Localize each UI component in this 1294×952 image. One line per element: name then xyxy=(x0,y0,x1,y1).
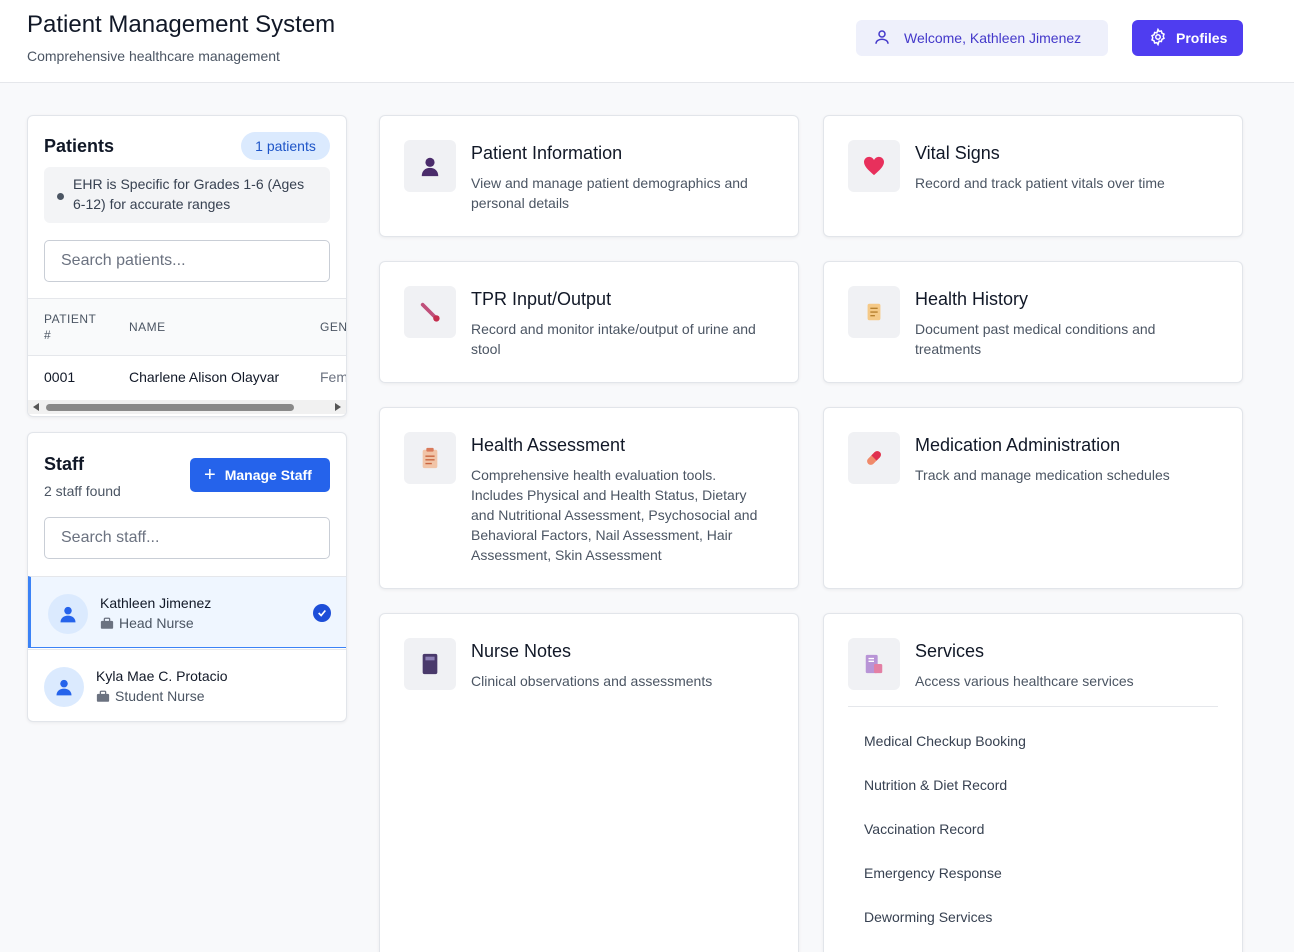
service-item-medical-checkup[interactable]: Medical Checkup Booking xyxy=(864,733,1026,749)
ehr-note: EHR is Specific for Grades 1-6 (Ages 6-1… xyxy=(44,167,330,223)
staff-panel: Staff 2 staff found + Manage Staff Kathl… xyxy=(27,432,347,722)
card-title: Health History xyxy=(915,289,1029,309)
profiles-label: Profiles xyxy=(1176,30,1228,46)
staff-name: Kathleen Jimenez xyxy=(100,595,212,611)
scroll-right-arrow-icon[interactable] xyxy=(335,403,341,411)
service-item-deworming[interactable]: Deworming Services xyxy=(864,909,992,925)
card-description: Access various healthcare services xyxy=(915,673,1134,689)
card-description: Record and track patient vitals over tim… xyxy=(915,175,1165,191)
manage-staff-button[interactable]: + Manage Staff xyxy=(190,458,330,492)
patients-table-header: PATIENT # NAME GEN xyxy=(28,298,346,356)
column-header-gender[interactable]: GEN xyxy=(320,319,346,335)
briefcase-icon xyxy=(100,617,114,629)
card-description: View and manage patient demographics and… xyxy=(471,175,748,211)
page-title: Patient Management System xyxy=(27,11,336,38)
welcome-text: Welcome, Kathleen Jimenez xyxy=(904,30,1082,46)
user-icon xyxy=(873,28,904,49)
manage-staff-label: Manage Staff xyxy=(224,467,312,483)
person-silhouette-icon xyxy=(404,140,456,192)
card-title: Medication Administration xyxy=(915,435,1121,455)
health-assessment-card[interactable]: Health Assessment Comprehensive health e… xyxy=(379,407,799,589)
app-header: Patient Management System Comprehensive … xyxy=(0,0,1294,83)
heart-icon xyxy=(848,140,900,192)
staff-search-input[interactable] xyxy=(44,517,330,559)
card-description: Record and monitor intake/output of urin… xyxy=(471,321,756,357)
card-description: Comprehensive health evaluation tools. I… xyxy=(471,467,758,563)
pill-icon xyxy=(848,432,900,484)
card-title: TPR Input/Output xyxy=(471,289,612,309)
services-divider xyxy=(848,706,1218,707)
patient-search-input[interactable] xyxy=(44,240,330,282)
scroll-icon xyxy=(848,286,900,338)
ehr-note-text: EHR is Specific for Grades 1-6 (Ages 6-1… xyxy=(73,176,305,212)
health-history-card[interactable]: Health History Document past medical con… xyxy=(823,261,1243,383)
clipboard-icon xyxy=(404,432,456,484)
patient-name-cell: Charlene Alison Olayvar xyxy=(129,369,280,385)
staff-role: Head Nurse xyxy=(100,615,194,631)
plus-icon: + xyxy=(204,464,216,486)
staff-role: Student Nurse xyxy=(96,688,205,704)
notebook-icon xyxy=(404,638,456,690)
card-description: Document past medical conditions and tre… xyxy=(915,321,1156,357)
scrollbar-thumb[interactable] xyxy=(46,404,294,411)
thermometer-icon xyxy=(404,286,456,338)
scroll-left-arrow-icon[interactable] xyxy=(33,403,39,411)
staff-item[interactable]: Kyla Mae C. Protacio Student Nurse xyxy=(28,649,346,721)
staff-name: Kyla Mae C. Protacio xyxy=(96,668,228,684)
profiles-button[interactable]: Profiles xyxy=(1132,20,1243,56)
staff-title: Staff xyxy=(44,454,84,474)
patients-title: Patients xyxy=(44,136,115,156)
patient-gender-cell: Fem xyxy=(320,369,347,385)
info-icon xyxy=(57,193,64,200)
service-item-emergency[interactable]: Emergency Response xyxy=(864,865,1002,881)
card-title: Nurse Notes xyxy=(471,641,572,661)
horizontal-scrollbar[interactable] xyxy=(28,400,346,414)
card-title: Vital Signs xyxy=(915,143,1000,163)
card-title: Patient Information xyxy=(471,143,623,163)
avatar xyxy=(44,667,84,707)
column-header-name[interactable]: NAME xyxy=(129,319,166,335)
column-header-patient-number[interactable]: PATIENT # xyxy=(44,311,104,343)
vital-signs-card[interactable]: Vital Signs Record and track patient vit… xyxy=(823,115,1243,237)
patients-panel: Patients 1 patients EHR is Specific for … xyxy=(27,115,347,417)
card-title: Health Assessment xyxy=(471,435,626,455)
service-item-vaccination[interactable]: Vaccination Record xyxy=(864,821,984,837)
tpr-card[interactable]: TPR Input/Output Record and monitor inta… xyxy=(379,261,799,383)
services-card[interactable]: Services Access various healthcare servi… xyxy=(823,613,1243,952)
card-description: Track and manage medication schedules xyxy=(915,467,1170,483)
avatar xyxy=(48,594,88,634)
nurse-notes-card[interactable]: Nurse Notes Clinical observations and as… xyxy=(379,613,799,952)
user-icon xyxy=(56,679,72,696)
medical-record-icon xyxy=(848,638,900,690)
selected-check-icon xyxy=(313,604,331,622)
briefcase-icon xyxy=(96,690,110,702)
welcome-badge: Welcome, Kathleen Jimenez xyxy=(856,20,1108,56)
staff-count: 2 staff found xyxy=(44,483,121,499)
user-icon xyxy=(60,606,76,623)
patient-number-cell: 0001 xyxy=(44,369,76,385)
patients-count-badge: 1 patients xyxy=(241,132,330,160)
patient-information-card[interactable]: Patient Information View and manage pati… xyxy=(379,115,799,237)
card-title: Services xyxy=(915,641,985,661)
medication-administration-card[interactable]: Medication Administration Track and mana… xyxy=(823,407,1243,589)
staff-item[interactable]: Kathleen Jimenez Head Nurse xyxy=(28,576,346,648)
service-item-nutrition[interactable]: Nutrition & Diet Record xyxy=(864,777,1007,793)
gear-icon xyxy=(1149,27,1176,49)
page-subtitle: Comprehensive healthcare management xyxy=(27,48,280,64)
card-description: Clinical observations and assessments xyxy=(471,673,713,689)
